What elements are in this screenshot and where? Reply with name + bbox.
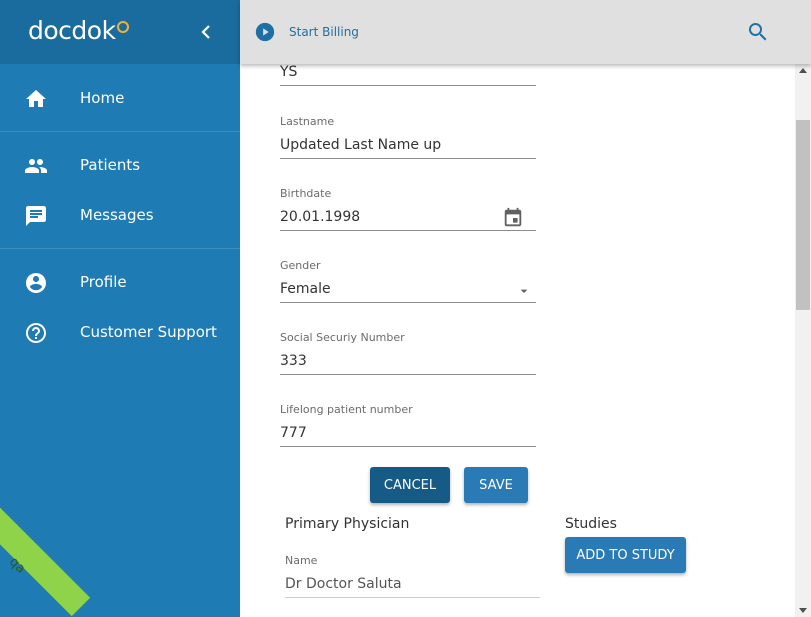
gender-field: Gender <box>280 259 536 303</box>
sidebar-item-messages[interactable]: Messages <box>0 196 240 236</box>
message-icon <box>26 206 46 226</box>
sidebar-item-home[interactable]: Home <box>0 79 240 119</box>
help-circle-icon <box>26 323 46 343</box>
sidebar-item-label: Home <box>80 89 125 107</box>
ssn-label: Social Securiy Number <box>280 331 405 344</box>
birthdate-field: Birthdate <box>280 187 536 231</box>
lastname-input[interactable] <box>280 131 536 159</box>
physician-name-label: Name <box>285 554 318 567</box>
calendar-icon[interactable] <box>502 207 524 229</box>
lastname-field: Lastname <box>280 115 536 159</box>
ssn-input[interactable] <box>280 347 536 375</box>
scroll-up-icon[interactable] <box>799 68 807 73</box>
lifelong-patient-number-input[interactable] <box>280 419 536 447</box>
sidebar-divider <box>0 131 240 132</box>
firstname-input[interactable] <box>280 64 536 86</box>
sidebar-item-customer-support[interactable]: Customer Support <box>0 313 240 353</box>
gender-select[interactable] <box>280 275 536 303</box>
lastname-label: Lastname <box>280 115 335 128</box>
scroll-down-icon[interactable] <box>799 608 807 613</box>
people-icon <box>25 159 47 173</box>
app-logo[interactable]: docdok <box>28 16 129 45</box>
top-bar: Start Billing <box>240 0 811 64</box>
gender-label: Gender <box>280 259 321 272</box>
app-window: docdok Home Patients Messages Profile Cu… <box>0 0 811 617</box>
vertical-scrollbar[interactable] <box>795 64 811 617</box>
start-billing-label: Start Billing <box>289 25 359 39</box>
physician-name-input[interactable] <box>285 570 540 598</box>
logo-mark-icon <box>116 21 129 33</box>
logo-text: docdok <box>28 16 116 45</box>
physician-name-field: Name <box>285 554 540 598</box>
chevron-left-icon <box>201 25 210 39</box>
account-circle-icon <box>26 273 46 293</box>
sidebar-item-label: Profile <box>80 273 127 291</box>
sidebar-item-profile[interactable]: Profile <box>0 263 240 303</box>
lifelong-patient-number-label: Lifelong patient number <box>280 403 413 416</box>
play-circle-icon <box>255 22 275 42</box>
sidebar-header: docdok <box>0 0 240 64</box>
search-button[interactable] <box>746 20 770 44</box>
birthdate-input[interactable] <box>280 203 536 231</box>
ssn-field: Social Securiy Number <box>280 331 536 375</box>
primary-physician-title: Primary Physician <box>285 516 410 532</box>
scroll-thumb[interactable] <box>796 120 810 310</box>
lifelong-patient-number-field: Lifelong patient number <box>280 403 536 447</box>
start-billing-button[interactable]: Start Billing <box>254 21 359 43</box>
sidebar-item-label: Messages <box>80 206 154 224</box>
sidebar-item-label: Patients <box>80 156 141 174</box>
dropdown-arrow-icon[interactable] <box>516 283 532 299</box>
collapse-sidebar-button[interactable] <box>198 22 214 42</box>
sidebar-divider <box>0 248 240 249</box>
patient-edit-form: Lastname Birthdate Gender Social Securiy… <box>240 64 795 617</box>
sidebar-item-label: Customer Support <box>80 323 217 341</box>
sidebar-item-patients[interactable]: Patients <box>0 146 240 186</box>
firstname-field <box>280 64 536 86</box>
add-to-study-button[interactable]: ADD TO STUDY <box>565 537 686 573</box>
studies-title: Studies <box>565 516 617 532</box>
birthdate-label: Birthdate <box>280 187 332 200</box>
save-button[interactable]: SAVE <box>464 467 528 503</box>
cancel-button[interactable]: CANCEL <box>370 467 450 503</box>
home-icon <box>26 90 46 107</box>
sidebar: docdok Home Patients Messages Profile Cu… <box>0 0 240 617</box>
search-icon <box>749 23 767 41</box>
